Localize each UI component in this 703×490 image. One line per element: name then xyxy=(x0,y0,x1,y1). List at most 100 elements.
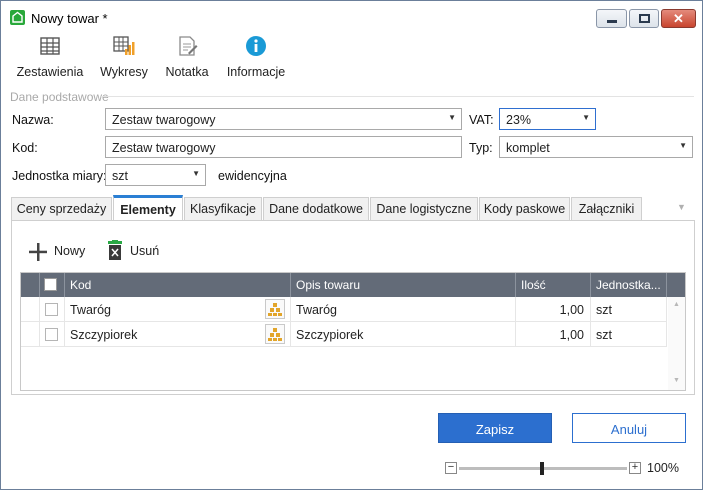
toolbar-informacje-button[interactable]: Informacje xyxy=(225,33,287,85)
boxes-icon xyxy=(268,303,282,316)
title-bar: Nowy towar * ✕ xyxy=(1,1,702,31)
zoom-in-button[interactable]: + xyxy=(629,462,641,474)
cell-ilosc[interactable]: 1,00 xyxy=(516,297,591,322)
chart-icon xyxy=(113,36,135,55)
row-indicator[interactable] xyxy=(21,322,40,347)
cell-jednostka[interactable]: szt xyxy=(591,322,667,347)
toolbar-wykresy-button[interactable]: Wykresy xyxy=(96,33,152,85)
table-row[interactable]: Szczypiorek Szczypiorek 1,00 szt xyxy=(21,322,667,347)
cell-opis-value: Twaróg xyxy=(296,303,337,317)
row-select-cell xyxy=(40,297,65,322)
jednostka-note: ewidencyjna xyxy=(218,169,287,183)
delete-button-label: Usuń xyxy=(130,244,160,258)
save-button[interactable]: Zapisz xyxy=(438,413,552,443)
vat-select[interactable]: 23% ▼ xyxy=(499,108,596,130)
table-icon xyxy=(40,37,60,55)
cell-opis[interactable]: Szczypiorek xyxy=(291,322,516,347)
tab-label: Załączniki xyxy=(578,202,635,216)
vat-value: 23% xyxy=(506,113,532,127)
table-row[interactable]: Twaróg Twaróg 1,00 szt xyxy=(21,297,667,322)
column-header-jednostka[interactable]: Jednostka... xyxy=(591,273,667,297)
toolbar-zestawienia-button[interactable]: Zestawienia xyxy=(14,33,86,85)
zoom-slider-thumb[interactable] xyxy=(540,462,544,475)
tab-ceny-sprzedazy[interactable]: Ceny sprzedaży xyxy=(11,197,112,220)
cell-opis-value: Szczypiorek xyxy=(296,328,364,342)
tab-scroll-icon[interactable]: ▼ xyxy=(677,202,686,212)
zoom-level: 100% xyxy=(647,461,679,475)
toolbar-notatka-button[interactable]: Notatka xyxy=(161,33,213,85)
cell-ilosc-value: 1,00 xyxy=(559,328,584,342)
column-header-label: Kod xyxy=(70,278,92,292)
jednostka-value: szt xyxy=(112,169,128,183)
column-header-opis[interactable]: Opis towaru xyxy=(291,273,516,297)
scroll-up-icon[interactable]: ▲ xyxy=(673,301,680,308)
cell-kod-value: Twaróg xyxy=(70,303,111,317)
cell-kod[interactable]: Szczypiorek xyxy=(65,322,291,347)
tab-dane-dodatkowe[interactable]: Dane dodatkowe xyxy=(263,197,369,220)
tab-label: Dane logistyczne xyxy=(376,202,472,216)
typ-value: komplet xyxy=(506,141,550,155)
typ-select[interactable]: komplet ▼ xyxy=(499,136,693,158)
kod-label: Kod: xyxy=(12,141,38,155)
section-title: Dane podstawowe xyxy=(10,90,109,104)
vat-label: VAT: xyxy=(469,113,494,127)
select-all-header xyxy=(40,273,65,297)
chevron-down-icon[interactable]: ▼ xyxy=(582,113,590,122)
row-checkbox[interactable] xyxy=(45,328,58,341)
tab-klasyfikacje[interactable]: Klasyfikacje xyxy=(184,197,262,220)
toolbar-label: Notatka xyxy=(165,65,209,79)
close-button[interactable]: ✕ xyxy=(661,9,696,28)
tab-label: Elementy xyxy=(120,203,176,217)
delete-button[interactable]: Usuń xyxy=(107,240,163,262)
chevron-down-icon[interactable]: ▼ xyxy=(448,113,456,122)
tab-zalaczniki[interactable]: Załączniki xyxy=(571,197,642,220)
toolbar-label: Wykresy xyxy=(100,65,148,79)
scroll-down-icon[interactable]: ▼ xyxy=(673,377,680,384)
maximize-icon xyxy=(639,14,650,23)
column-header-ilosc[interactable]: Ilość xyxy=(516,273,591,297)
jednostka-select[interactable]: szt ▼ xyxy=(105,164,206,186)
tab-elementy[interactable]: Elementy xyxy=(113,195,183,222)
lookup-button[interactable] xyxy=(265,299,285,319)
grid-scrollbar[interactable]: ▲ ▼ xyxy=(668,297,685,390)
row-indicator[interactable] xyxy=(21,297,40,322)
tab-label: Dane dodatkowe xyxy=(269,202,363,216)
new-button[interactable]: Nowy xyxy=(28,240,90,262)
elements-grid: Kod Opis towaru Ilość Jednostka... Twaró… xyxy=(20,272,686,391)
row-select-cell xyxy=(40,322,65,347)
lookup-button[interactable] xyxy=(265,324,285,344)
cancel-button[interactable]: Anuluj xyxy=(572,413,686,443)
kod-input[interactable]: Zestaw twarogowy xyxy=(105,136,462,158)
close-icon: ✕ xyxy=(673,11,684,26)
minimize-button[interactable] xyxy=(596,9,627,28)
note-icon xyxy=(179,36,198,56)
tab-dane-logistyczne[interactable]: Dane logistyczne xyxy=(370,197,478,220)
cell-jednostka-value: szt xyxy=(596,303,612,317)
cell-ilosc[interactable]: 1,00 xyxy=(516,322,591,347)
zoom-out-button[interactable]: − xyxy=(445,462,457,474)
nazwa-combobox[interactable]: Zestaw twarogowy ▼ xyxy=(105,108,462,130)
column-header-kod[interactable]: Kod xyxy=(65,273,291,297)
toolbar-label: Zestawienia xyxy=(16,65,84,79)
plus-icon xyxy=(29,243,47,261)
column-header-label: Opis towaru xyxy=(296,278,361,292)
cell-opis[interactable]: Twaróg xyxy=(291,297,516,322)
cell-jednostka[interactable]: szt xyxy=(591,297,667,322)
tab-kody-paskowe[interactable]: Kody paskowe xyxy=(479,197,570,220)
cell-kod-value: Szczypiorek xyxy=(70,328,138,342)
maximize-button[interactable] xyxy=(629,9,659,28)
row-indicator-header xyxy=(21,273,40,297)
tab-label: Ceny sprzedaży xyxy=(16,202,107,216)
grid-header: Kod Opis towaru Ilość Jednostka... xyxy=(21,273,685,297)
select-all-checkbox[interactable] xyxy=(44,278,57,291)
column-header-label: Jednostka... xyxy=(596,278,661,292)
chevron-down-icon[interactable]: ▼ xyxy=(679,141,687,150)
ribbon-toolbar: Zestawienia Wykresy Notatka Informacje xyxy=(1,33,702,89)
boxes-icon xyxy=(268,328,282,341)
section-divider xyxy=(101,96,694,97)
row-checkbox[interactable] xyxy=(45,303,58,316)
tab-label: Kody paskowe xyxy=(483,202,566,216)
tab-strip: Ceny sprzedaży Elementy Klasyfikacje Dan… xyxy=(11,195,693,222)
cell-kod[interactable]: Twaróg xyxy=(65,297,291,322)
chevron-down-icon[interactable]: ▼ xyxy=(192,169,200,178)
